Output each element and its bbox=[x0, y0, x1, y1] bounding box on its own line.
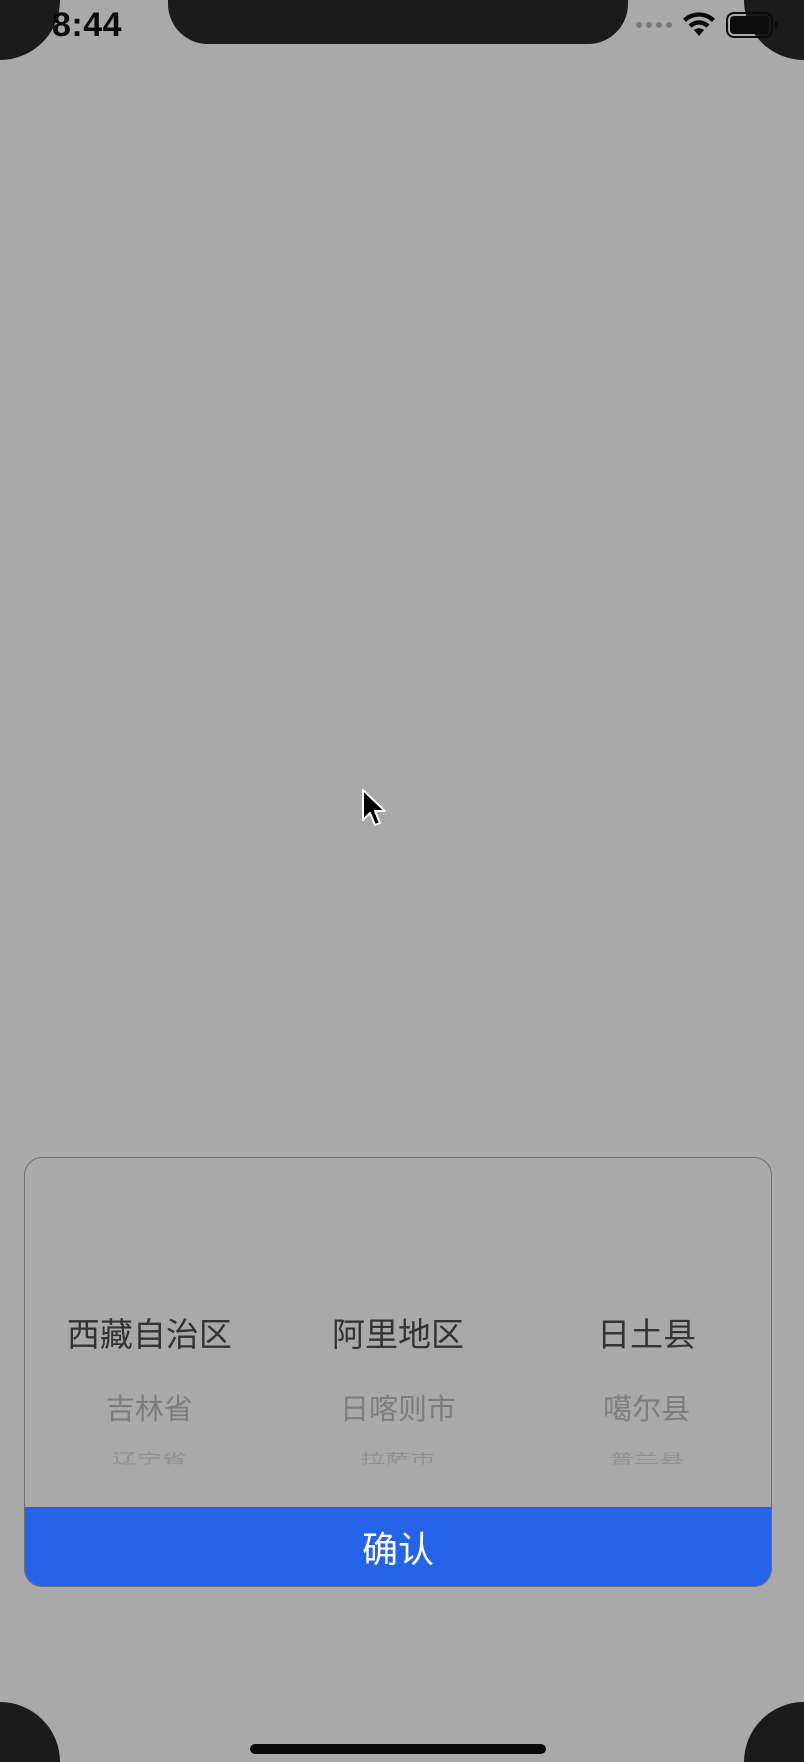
region-picker-sheet: 西藏自治区 吉林省 辽宁省 阿里地区 日喀则市 拉萨市 日土县 噶尔县 普兰县 … bbox=[24, 1157, 772, 1587]
status-time: 8:44 bbox=[52, 6, 123, 44]
wheel-item[interactable]: 普兰县 bbox=[522, 1448, 771, 1468]
confirm-button[interactable]: 确认 bbox=[25, 1507, 771, 1586]
picker-wheels: 西藏自治区 吉林省 辽宁省 阿里地区 日喀则市 拉萨市 日土县 噶尔县 普兰县 bbox=[25, 1158, 771, 1508]
home-indicator[interactable] bbox=[250, 1744, 546, 1754]
county-wheel[interactable]: 日土县 噶尔县 普兰县 bbox=[522, 1158, 771, 1508]
wheel-item[interactable]: 拉萨市 bbox=[274, 1448, 523, 1468]
city-wheel[interactable]: 阿里地区 日喀则市 拉萨市 bbox=[274, 1158, 523, 1508]
status-icons bbox=[636, 12, 778, 38]
wifi-icon bbox=[683, 12, 715, 36]
device-notch bbox=[168, 0, 628, 44]
mouse-cursor-icon bbox=[362, 789, 386, 826]
battery-icon bbox=[726, 12, 778, 38]
province-wheel[interactable]: 西藏自治区 吉林省 辽宁省 bbox=[25, 1158, 274, 1508]
wheel-item[interactable]: 辽宁省 bbox=[25, 1448, 274, 1468]
cellular-signal-icon bbox=[636, 22, 672, 28]
